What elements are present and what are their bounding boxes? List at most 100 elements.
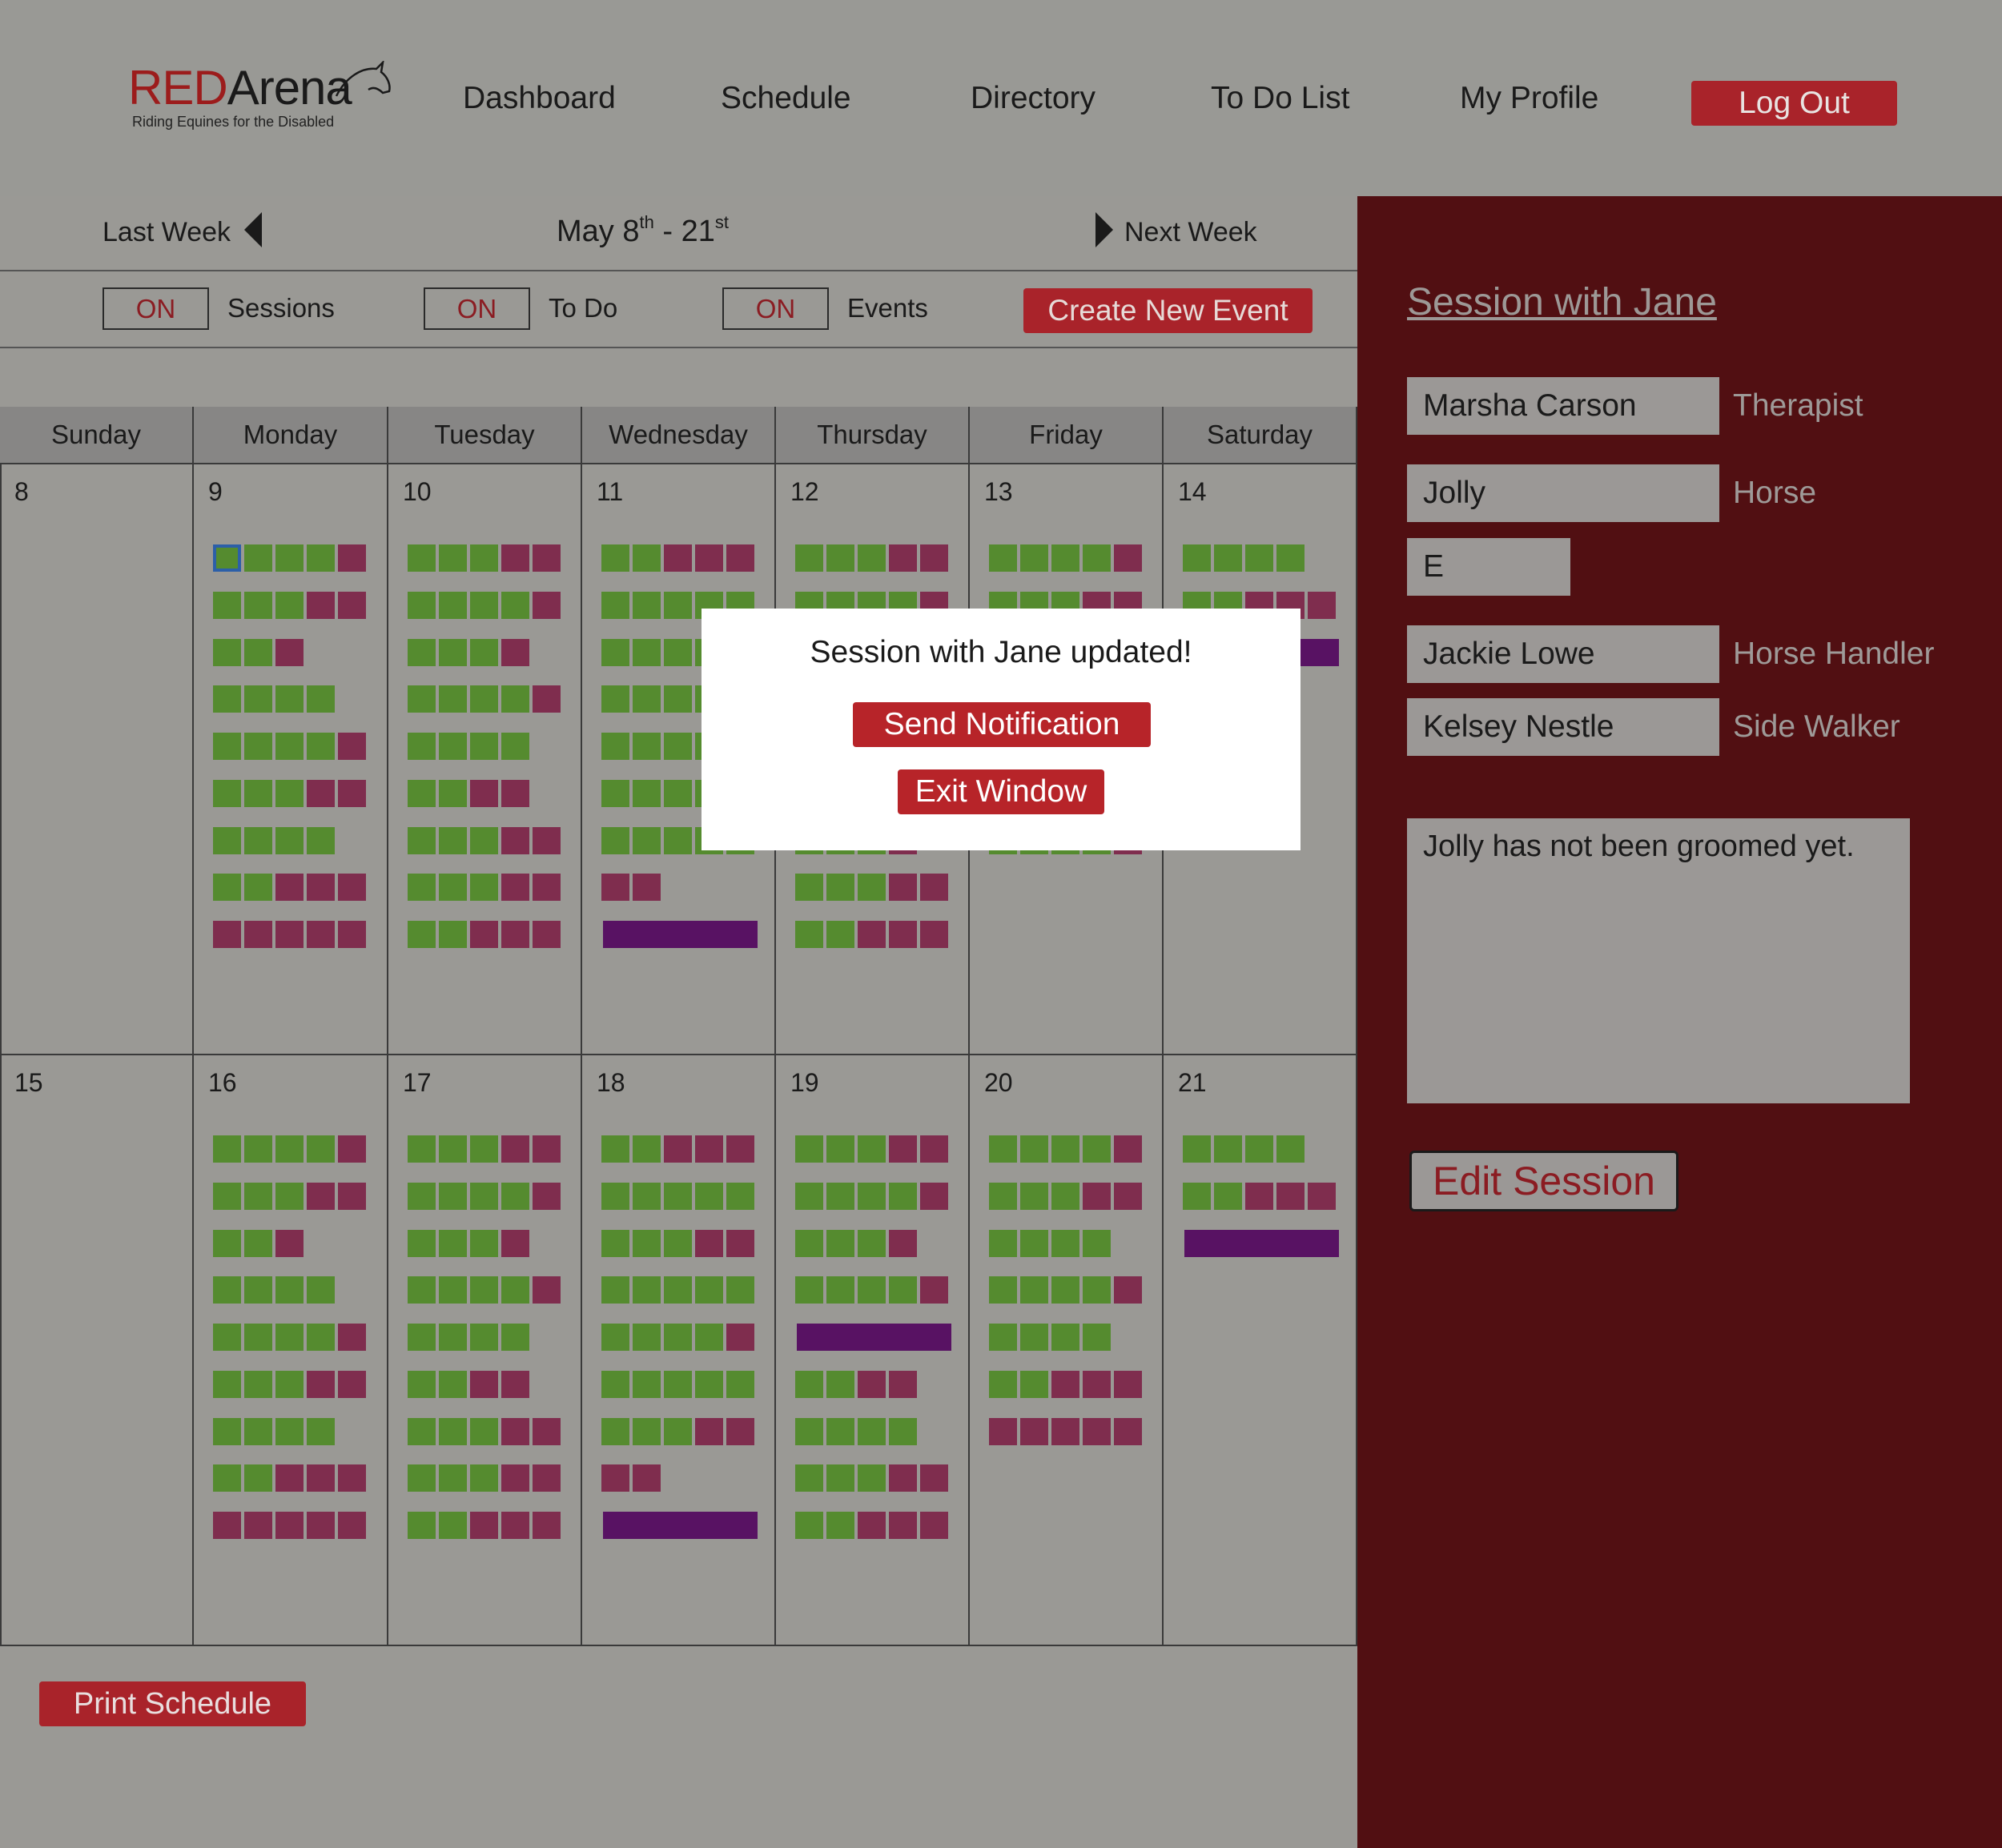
session-block[interactable]	[858, 1464, 886, 1492]
session-block[interactable]	[439, 733, 467, 760]
session-block[interactable]	[826, 874, 854, 902]
session-block[interactable]	[664, 591, 692, 619]
session-block[interactable]	[439, 921, 467, 948]
session-block[interactable]	[275, 685, 304, 713]
session-block[interactable]	[1214, 1135, 1242, 1163]
session-block[interactable]	[826, 1417, 854, 1445]
todo-block[interactable]	[338, 1370, 366, 1398]
todo-block[interactable]	[726, 1324, 754, 1351]
todo-block[interactable]	[633, 874, 661, 902]
session-block[interactable]	[470, 1135, 498, 1163]
session-block[interactable]	[795, 1182, 823, 1210]
todo-block[interactable]	[275, 638, 304, 666]
session-block[interactable]	[213, 733, 241, 760]
todo-block[interactable]	[533, 1417, 561, 1445]
session-block[interactable]	[244, 1370, 272, 1398]
session-block[interactable]	[989, 1135, 1017, 1163]
session-block[interactable]	[501, 685, 529, 713]
session-block[interactable]	[633, 1229, 661, 1257]
session-block[interactable]	[989, 544, 1017, 572]
todo-block[interactable]	[307, 779, 335, 807]
session-block[interactable]	[244, 1276, 272, 1304]
session-block[interactable]	[213, 685, 241, 713]
session-block[interactable]	[601, 1229, 629, 1257]
session-block[interactable]	[633, 638, 661, 666]
todo-block[interactable]	[307, 921, 335, 948]
session-block[interactable]	[244, 1464, 272, 1492]
session-block[interactable]	[408, 685, 436, 713]
day-cell-8[interactable]: 8	[0, 464, 194, 1055]
session-block[interactable]	[408, 1182, 436, 1210]
session-block[interactable]	[213, 638, 241, 666]
todo-block[interactable]	[501, 1135, 529, 1163]
session-block[interactable]	[858, 1229, 886, 1257]
todo-block[interactable]	[920, 921, 948, 948]
session-block[interactable]	[1051, 1182, 1079, 1210]
todo-block[interactable]	[858, 921, 886, 948]
session-block[interactable]	[1020, 1182, 1048, 1210]
event-bar[interactable]	[797, 1324, 951, 1351]
todo-block[interactable]	[501, 779, 529, 807]
session-block[interactable]	[889, 1417, 917, 1445]
session-notes-textarea[interactable]: Jolly has not been groomed yet.	[1407, 818, 1910, 1103]
todo-block[interactable]	[1020, 1417, 1048, 1445]
session-block[interactable]	[726, 1370, 754, 1398]
todo-block[interactable]	[889, 1135, 917, 1163]
session-block[interactable]	[275, 1276, 304, 1304]
todo-block[interactable]	[501, 1417, 529, 1445]
todo-block[interactable]	[275, 921, 304, 948]
todo-block[interactable]	[533, 685, 561, 713]
session-block[interactable]	[408, 1324, 436, 1351]
session-block[interactable]	[633, 685, 661, 713]
todo-block[interactable]	[920, 1276, 948, 1304]
session-block[interactable]	[1083, 1324, 1111, 1351]
session-block[interactable]	[601, 685, 629, 713]
right-arrow-icon[interactable]	[1095, 212, 1113, 247]
session-block[interactable]	[989, 1324, 1017, 1351]
session-block[interactable]	[664, 1276, 692, 1304]
todo-block[interactable]	[470, 779, 498, 807]
session-block[interactable]	[439, 1417, 467, 1445]
todo-block[interactable]	[889, 1464, 917, 1492]
session-block[interactable]	[213, 779, 241, 807]
session-block[interactable]	[726, 1182, 754, 1210]
todo-block[interactable]	[1114, 1276, 1142, 1304]
session-block[interactable]	[408, 638, 436, 666]
todo-block[interactable]	[501, 1512, 529, 1539]
session-block[interactable]	[1051, 1135, 1079, 1163]
session-block[interactable]	[989, 1182, 1017, 1210]
session-block[interactable]	[1020, 1276, 1048, 1304]
session-title-link[interactable]: Session with Jane	[1407, 280, 1717, 325]
session-block[interactable]	[633, 1417, 661, 1445]
session-block[interactable]	[601, 1276, 629, 1304]
nav-my-profile[interactable]: My Profile	[1460, 80, 1598, 117]
todo-block[interactable]	[501, 1229, 529, 1257]
session-block[interactable]	[439, 544, 467, 572]
session-block[interactable]	[664, 1182, 692, 1210]
session-block[interactable]	[1183, 1135, 1211, 1163]
session-block[interactable]	[1214, 544, 1242, 572]
todo-block[interactable]	[1051, 1417, 1079, 1445]
session-block[interactable]	[244, 1417, 272, 1445]
session-block[interactable]	[408, 826, 436, 854]
session-block[interactable]	[1276, 1135, 1305, 1163]
session-block[interactable]	[439, 1276, 467, 1304]
session-block[interactable]	[633, 1135, 661, 1163]
todo-block[interactable]	[1308, 1182, 1336, 1210]
session-block[interactable]	[275, 1135, 304, 1163]
session-block[interactable]	[633, 733, 661, 760]
session-block[interactable]	[601, 638, 629, 666]
todo-block[interactable]	[920, 874, 948, 902]
session-block[interactable]	[1276, 544, 1305, 572]
session-block[interactable]	[307, 826, 335, 854]
session-block[interactable]	[213, 1324, 241, 1351]
session-block[interactable]	[408, 1417, 436, 1445]
todo-block[interactable]	[533, 1182, 561, 1210]
session-block[interactable]	[858, 874, 886, 902]
session-block[interactable]	[826, 921, 854, 948]
todo-toggle[interactable]: ON	[424, 287, 530, 330]
todo-block[interactable]	[920, 1135, 948, 1163]
session-block[interactable]	[439, 874, 467, 902]
session-block[interactable]	[244, 685, 272, 713]
last-week-link[interactable]: Last Week	[103, 215, 231, 250]
